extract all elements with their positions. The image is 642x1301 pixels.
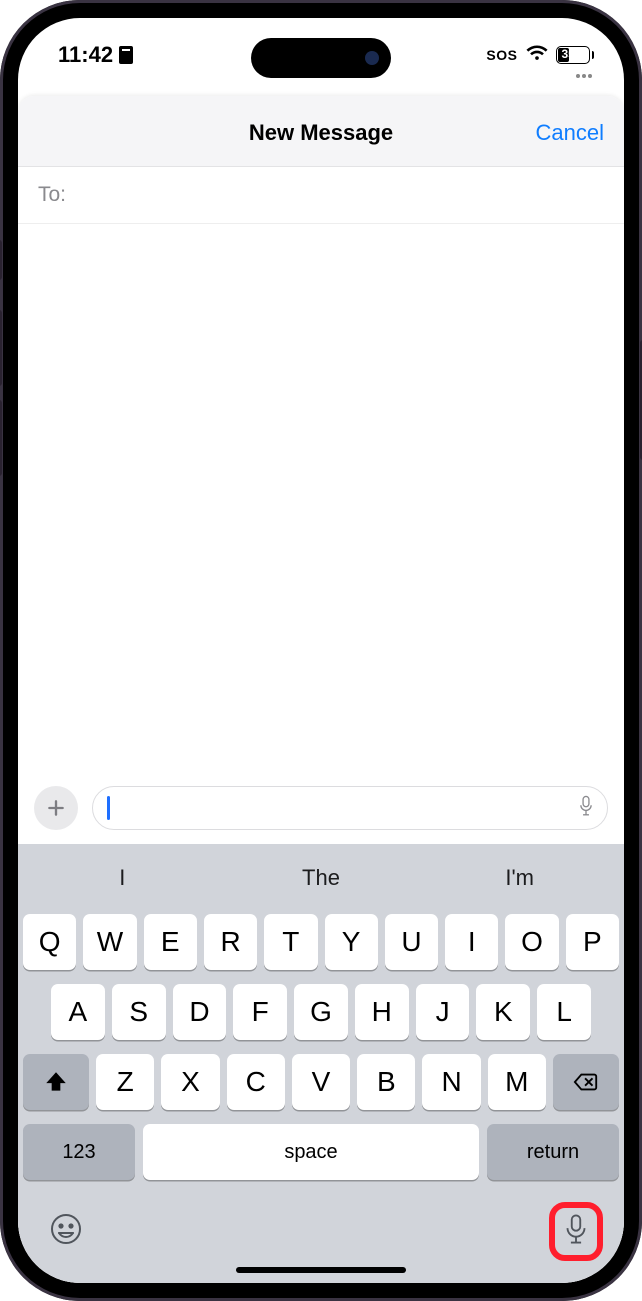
key-d[interactable]: D xyxy=(173,984,227,1040)
sos-label: SOS xyxy=(486,47,517,63)
key-i[interactable]: I xyxy=(445,914,498,970)
key-s[interactable]: S xyxy=(112,984,166,1040)
key-w[interactable]: W xyxy=(83,914,136,970)
side-button-silent xyxy=(0,240,2,280)
key-u[interactable]: U xyxy=(385,914,438,970)
cancel-button[interactable]: Cancel xyxy=(536,120,604,146)
shift-key[interactable] xyxy=(23,1054,89,1110)
key-z[interactable]: Z xyxy=(96,1054,154,1110)
suggestion-bar: I The I'm xyxy=(23,850,619,906)
key-m[interactable]: M xyxy=(488,1054,546,1110)
dictation-inline-button[interactable] xyxy=(577,795,595,822)
key-t[interactable]: T xyxy=(264,914,317,970)
key-k[interactable]: K xyxy=(476,984,530,1040)
privacy-indicator-icon xyxy=(576,74,592,78)
numbers-key[interactable]: 123 xyxy=(23,1124,135,1180)
wifi-icon xyxy=(526,44,548,67)
key-g[interactable]: G xyxy=(294,984,348,1040)
dynamic-island xyxy=(251,38,391,78)
key-row-3: Z X C V B N M xyxy=(23,1054,619,1110)
status-time: 11:42 xyxy=(58,42,113,68)
key-q[interactable]: Q xyxy=(23,914,76,970)
battery-icon: 35 xyxy=(556,46,595,64)
microphone-icon xyxy=(559,1212,593,1246)
new-message-sheet: New Message Cancel To: I Th xyxy=(18,96,624,1283)
sheet-title: New Message xyxy=(249,120,393,146)
key-b[interactable]: B xyxy=(357,1054,415,1110)
side-button-vol-up xyxy=(0,310,2,386)
key-h[interactable]: H xyxy=(355,984,409,1040)
key-c[interactable]: C xyxy=(227,1054,285,1110)
dictation-button[interactable] xyxy=(559,1212,593,1251)
key-n[interactable]: N xyxy=(422,1054,480,1110)
side-button-vol-down xyxy=(0,400,2,476)
key-j[interactable]: J xyxy=(416,984,470,1040)
key-p[interactable]: P xyxy=(566,914,619,970)
key-row-1: Q W E R T Y U I O P xyxy=(23,914,619,970)
suggestion-3[interactable]: I'm xyxy=(420,865,619,891)
key-l[interactable]: L xyxy=(537,984,591,1040)
key-a[interactable]: A xyxy=(51,984,105,1040)
return-key[interactable]: return xyxy=(487,1124,619,1180)
home-indicator[interactable] xyxy=(236,1267,406,1273)
backspace-icon xyxy=(573,1069,599,1095)
emoji-button[interactable] xyxy=(49,1212,83,1251)
suggestion-2[interactable]: The xyxy=(222,865,421,891)
key-row-4: 123 space return xyxy=(23,1124,619,1180)
key-v[interactable]: V xyxy=(292,1054,350,1110)
compose-body[interactable] xyxy=(18,224,624,776)
key-x[interactable]: X xyxy=(161,1054,219,1110)
keyboard: I The I'm Q W E R T Y U I O P xyxy=(18,844,624,1283)
shift-icon xyxy=(43,1069,69,1095)
message-input-row xyxy=(18,776,624,844)
space-key[interactable]: space xyxy=(143,1124,479,1180)
sim-icon xyxy=(119,46,133,64)
key-row-2: A S D F G H J K L xyxy=(23,984,619,1040)
key-r[interactable]: R xyxy=(204,914,257,970)
screen: 11:42 SOS 35 New Mes xyxy=(18,18,624,1283)
suggestion-1[interactable]: I xyxy=(23,865,222,891)
to-field[interactable]: To: xyxy=(18,167,624,224)
sheet-header: New Message Cancel xyxy=(18,96,624,167)
add-attachment-button[interactable] xyxy=(34,786,78,830)
plus-icon xyxy=(46,798,66,818)
key-f[interactable]: F xyxy=(233,984,287,1040)
message-input[interactable] xyxy=(92,786,608,830)
text-caret xyxy=(107,796,110,820)
backspace-key[interactable] xyxy=(553,1054,619,1110)
key-y[interactable]: Y xyxy=(325,914,378,970)
microphone-icon xyxy=(577,795,595,817)
key-e[interactable]: E xyxy=(144,914,197,970)
emoji-icon xyxy=(49,1212,83,1246)
iphone-frame: 11:42 SOS 35 New Mes xyxy=(0,0,642,1301)
key-o[interactable]: O xyxy=(505,914,558,970)
